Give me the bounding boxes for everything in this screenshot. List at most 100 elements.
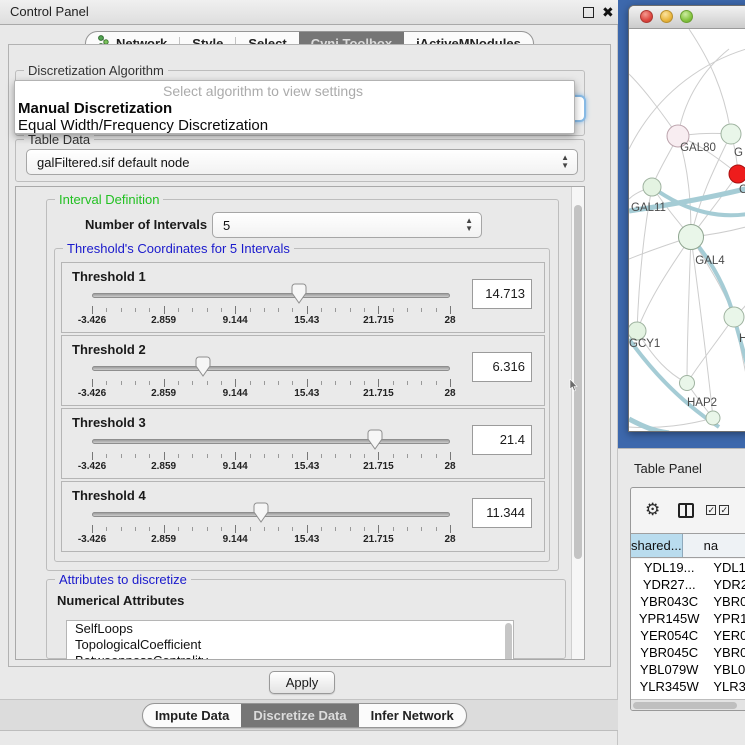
tick-mark: [207, 308, 208, 312]
cell-shared-name[interactable]: YBR043C: [631, 593, 707, 610]
split-columns-icon[interactable]: [678, 503, 694, 518]
cell-shared-name[interactable]: YPR145W: [631, 610, 707, 627]
apply-button[interactable]: Apply: [269, 671, 335, 694]
algorithm-dropdown-popup: Select algorithm to view settings Manual…: [14, 80, 575, 134]
tick-mark: [335, 527, 336, 531]
network-window[interactable]: GAL80GCGAL11GAL4HGCY1HAP2: [628, 5, 745, 432]
tick-mark: [221, 527, 222, 531]
tick-mark: [207, 454, 208, 458]
slider-track[interactable]: [92, 293, 450, 298]
tick-mark: [235, 452, 236, 460]
cell-shared-name[interactable]: YBR045C: [631, 644, 707, 661]
cell-shared-name[interactable]: YDR27...: [631, 576, 707, 593]
tick-mark: [106, 308, 107, 312]
threshold-slider[interactable]: -3.4262.8599.14415.4321.71528: [92, 263, 450, 334]
slider-tick-labels: -3.4262.8599.14415.4321.71528: [92, 461, 450, 473]
tick-label: 9.144: [223, 534, 248, 545]
table-row[interactable]: YBL079WYBL0: [631, 661, 745, 678]
tick-mark: [393, 308, 394, 312]
cell-name[interactable]: YBR0: [707, 593, 745, 610]
network-node[interactable]: [643, 178, 661, 196]
tab-impute-data[interactable]: Impute Data: [143, 704, 241, 727]
threshold-value-field[interactable]: 11.344: [472, 498, 532, 528]
checkbox-icon[interactable]: ✓: [719, 505, 729, 515]
slider-thumb[interactable]: [291, 283, 307, 304]
cell-name[interactable]: YBL0: [707, 661, 745, 678]
column-header-shared-name[interactable]: shared...: [631, 534, 683, 557]
network-node[interactable]: [679, 225, 704, 250]
network-node[interactable]: [721, 124, 741, 144]
tick-label: 2.859: [151, 461, 176, 472]
close-traffic-light-icon[interactable]: [640, 10, 653, 23]
network-window-titlebar[interactable]: [629, 6, 745, 29]
network-node[interactable]: [724, 307, 744, 327]
numerical-attributes-list[interactable]: SelfLoopsTopologicalCoefficientBetweenne…: [66, 620, 514, 660]
threshold-slider[interactable]: -3.4262.8599.14415.4321.71528: [92, 409, 450, 480]
settings-vertical-scrollbar[interactable]: [571, 187, 584, 659]
algorithm-option-manual[interactable]: Manual Discretization: [18, 100, 172, 117]
node-label: H: [739, 333, 745, 345]
attributes-group-title: Attributes to discretize: [55, 572, 191, 587]
table-horizontal-scrollbar[interactable]: [631, 699, 745, 710]
slider-ticks: [92, 452, 450, 460]
threshold-value-field[interactable]: 21.4: [472, 425, 532, 455]
tab-infer-network[interactable]: Infer Network: [359, 704, 466, 727]
tab-discretize-data[interactable]: Discretize Data: [241, 704, 358, 727]
node-label: C: [739, 184, 745, 196]
table-data-selected-value: galFiltered.sif default node: [37, 155, 189, 170]
table-row[interactable]: YLR345WYLR3: [631, 678, 745, 695]
cell-name[interactable]: YPR1: [707, 610, 745, 627]
threshold-value-field[interactable]: 6.316: [472, 352, 532, 382]
tick-mark: [278, 308, 279, 312]
scrollbar-thumb[interactable]: [633, 702, 737, 709]
checkbox-icon[interactable]: ✓: [706, 505, 716, 515]
table-row[interactable]: YER054CYER0: [631, 627, 745, 644]
threshold-slider[interactable]: -3.4262.8599.14415.4321.71528: [92, 336, 450, 407]
network-canvas[interactable]: GAL80GCGAL11GAL4HGCY1HAP2: [629, 29, 745, 432]
cell-shared-name[interactable]: YLR345W: [631, 678, 707, 695]
network-node[interactable]: [680, 376, 695, 391]
attributes-list-scrollbar[interactable]: [505, 623, 512, 660]
column-header-name[interactable]: na: [683, 534, 745, 557]
algorithm-option-equal-width[interactable]: Equal Width/Frequency Discretization: [18, 117, 268, 134]
tick-mark: [178, 381, 179, 385]
tick-mark: [407, 381, 408, 385]
table-row[interactable]: YDR27...YDR2: [631, 576, 745, 593]
network-node[interactable]: [729, 165, 745, 183]
number-of-intervals-combobox[interactable]: 5 ▲▼: [212, 212, 482, 238]
cell-shared-name[interactable]: YBL079W: [631, 661, 707, 678]
discretization-algorithm-group-title: Discretization Algorithm: [24, 63, 168, 78]
slider-thumb[interactable]: [195, 356, 211, 377]
table-row[interactable]: YBR045CYBR0: [631, 644, 745, 661]
cell-name[interactable]: YBR0: [707, 644, 745, 661]
close-window-icon[interactable]: ✖: [602, 4, 614, 21]
slider-tick-labels: -3.4262.8599.14415.4321.71528: [92, 315, 450, 327]
slider-track[interactable]: [92, 439, 450, 444]
network-node[interactable]: [706, 411, 720, 425]
threshold-value-field[interactable]: 14.713: [472, 279, 532, 309]
tick-mark: [307, 306, 308, 314]
float-window-icon[interactable]: [583, 7, 594, 18]
slider-track[interactable]: [92, 512, 450, 517]
cell-name[interactable]: YER0: [707, 627, 745, 644]
attribute-item[interactable]: SelfLoops: [67, 621, 513, 637]
slider-track[interactable]: [92, 366, 450, 371]
minimize-traffic-light-icon[interactable]: [660, 10, 673, 23]
cell-name[interactable]: YDL1: [707, 559, 745, 576]
gear-icon[interactable]: ⚙: [645, 500, 660, 520]
cell-name[interactable]: YDR2: [707, 576, 745, 593]
cell-shared-name[interactable]: YER054C: [631, 627, 707, 644]
cell-shared-name[interactable]: YDL19...: [631, 559, 707, 576]
table-row[interactable]: YPR145WYPR1: [631, 610, 745, 627]
table-row[interactable]: YBR043CYBR0: [631, 593, 745, 610]
table-data-combobox[interactable]: galFiltered.sif default node ▲▼: [26, 149, 578, 175]
tick-mark: [250, 381, 251, 385]
attribute-item[interactable]: TopologicalCoefficient: [67, 637, 513, 653]
cell-name[interactable]: YLR3: [707, 678, 745, 695]
zoom-traffic-light-icon[interactable]: [680, 10, 693, 23]
attribute-item[interactable]: BetweennessCentrality: [67, 653, 513, 660]
table-row[interactable]: YDL19...YDL1: [631, 559, 745, 576]
slider-thumb[interactable]: [367, 429, 383, 450]
threshold-slider[interactable]: -3.4262.8599.14415.4321.71528: [92, 482, 450, 553]
slider-thumb[interactable]: [253, 502, 269, 523]
